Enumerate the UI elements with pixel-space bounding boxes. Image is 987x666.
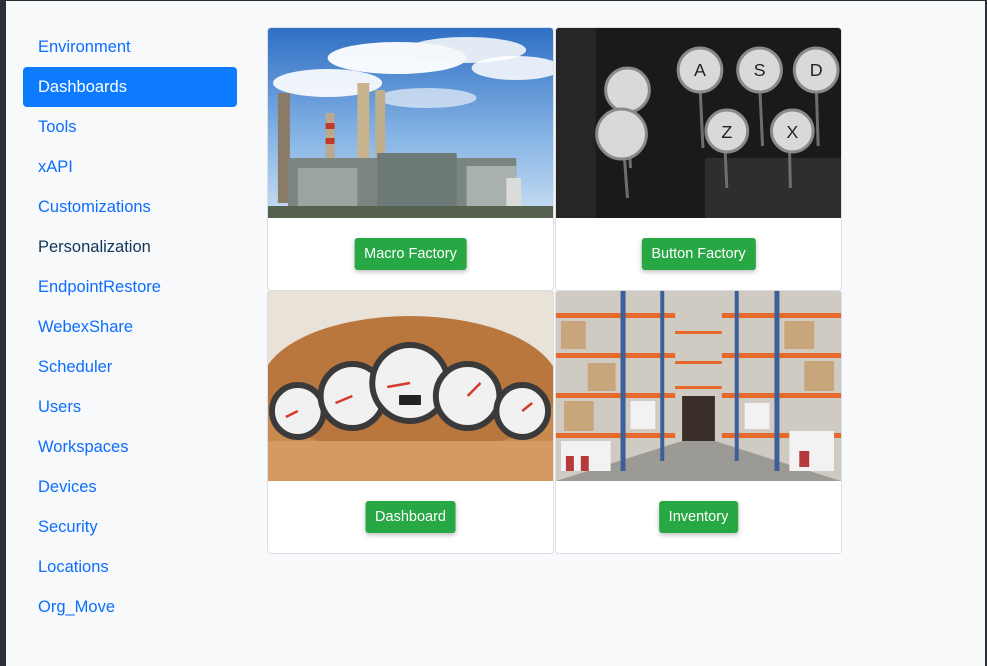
sidebar-item-workspaces[interactable]: Workspaces bbox=[23, 427, 237, 467]
sidebar-item-dashboards[interactable]: Dashboards bbox=[23, 67, 237, 107]
sidebar-item-endpointrestore[interactable]: EndpointRestore bbox=[23, 267, 237, 307]
sidebar-item-xapi[interactable]: xAPI bbox=[23, 147, 237, 187]
svg-text:D: D bbox=[810, 60, 823, 80]
macro-factory-button[interactable]: Macro Factory bbox=[354, 238, 467, 270]
macro-factory-card: Macro Factory bbox=[267, 27, 554, 291]
sidebar-item-users[interactable]: Users bbox=[23, 387, 237, 427]
warehouse-shelves-photo bbox=[556, 291, 841, 481]
typewriter-keys-photo: A S D Z X bbox=[556, 28, 841, 218]
button-factory-card: A S D Z X Button Factory bbox=[555, 27, 842, 291]
sidebar-item-scheduler[interactable]: Scheduler bbox=[23, 347, 237, 387]
sidebar-item-org-move[interactable]: Org_Move bbox=[23, 587, 237, 627]
sidebar-item-customizations[interactable]: Customizations bbox=[23, 187, 237, 227]
sidebar-item-locations[interactable]: Locations bbox=[23, 547, 237, 587]
svg-text:Z: Z bbox=[721, 122, 732, 142]
dashboard-button[interactable]: Dashboard bbox=[365, 501, 456, 533]
sidebar-item-tools[interactable]: Tools bbox=[23, 107, 237, 147]
button-factory-button[interactable]: Button Factory bbox=[641, 238, 756, 270]
sidebar-item-webexshare[interactable]: WebexShare bbox=[23, 307, 237, 347]
sidebar-item-security[interactable]: Security bbox=[23, 507, 237, 547]
sidebar-item-devices[interactable]: Devices bbox=[23, 467, 237, 507]
svg-text:S: S bbox=[754, 60, 766, 80]
factory-smokestacks-photo bbox=[268, 28, 553, 218]
car-dashboard-gauges-photo bbox=[268, 291, 553, 481]
svg-text:X: X bbox=[786, 122, 798, 142]
sidebar-nav: Environment Dashboards Tools xAPI Custom… bbox=[23, 27, 237, 627]
inventory-card: Inventory bbox=[555, 290, 842, 554]
dashboard-card: Dashboard bbox=[267, 290, 554, 554]
sidebar-item-environment[interactable]: Environment bbox=[23, 27, 237, 67]
sidebar-item-personalization[interactable]: Personalization bbox=[23, 227, 237, 267]
svg-text:A: A bbox=[694, 60, 706, 80]
tool-card-grid: Macro Factory A S D Z X Button Factory D… bbox=[267, 27, 843, 554]
inventory-button[interactable]: Inventory bbox=[658, 501, 739, 533]
